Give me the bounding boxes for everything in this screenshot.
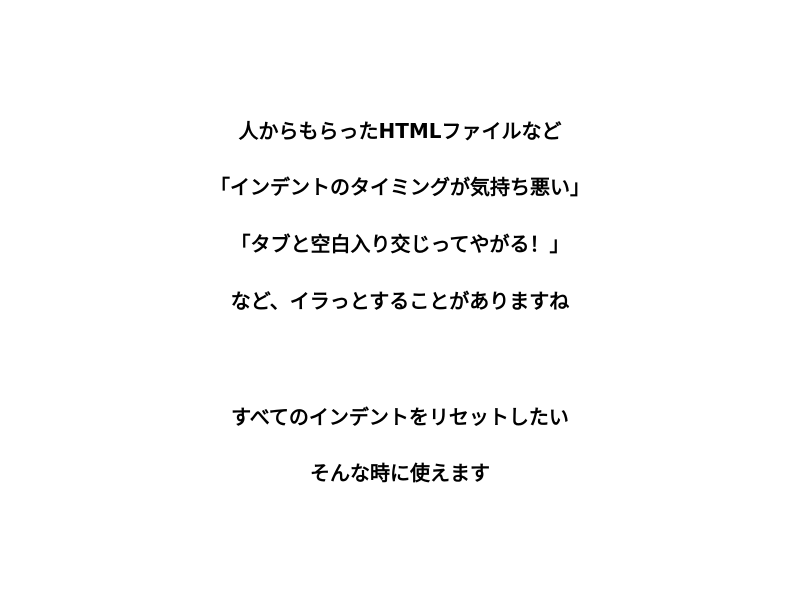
slide-canvas: 人からもらったHTMLファイルなど 「インデントのタイミングが気持ち悪い」 「タ… bbox=[0, 0, 800, 600]
text-line: 「インデントのタイミングが気持ち悪い」 bbox=[210, 175, 590, 199]
text-line: 「タブと空白入り交じってやがる！」 bbox=[230, 232, 570, 256]
text-line: そんな時に使えます bbox=[310, 461, 490, 485]
text-line: すべてのインデントをリセットしたい bbox=[231, 405, 569, 429]
text-line: など、イラっとすることがありますね bbox=[230, 289, 570, 313]
text-line: 人からもらったHTMLファイルなど bbox=[238, 119, 562, 143]
